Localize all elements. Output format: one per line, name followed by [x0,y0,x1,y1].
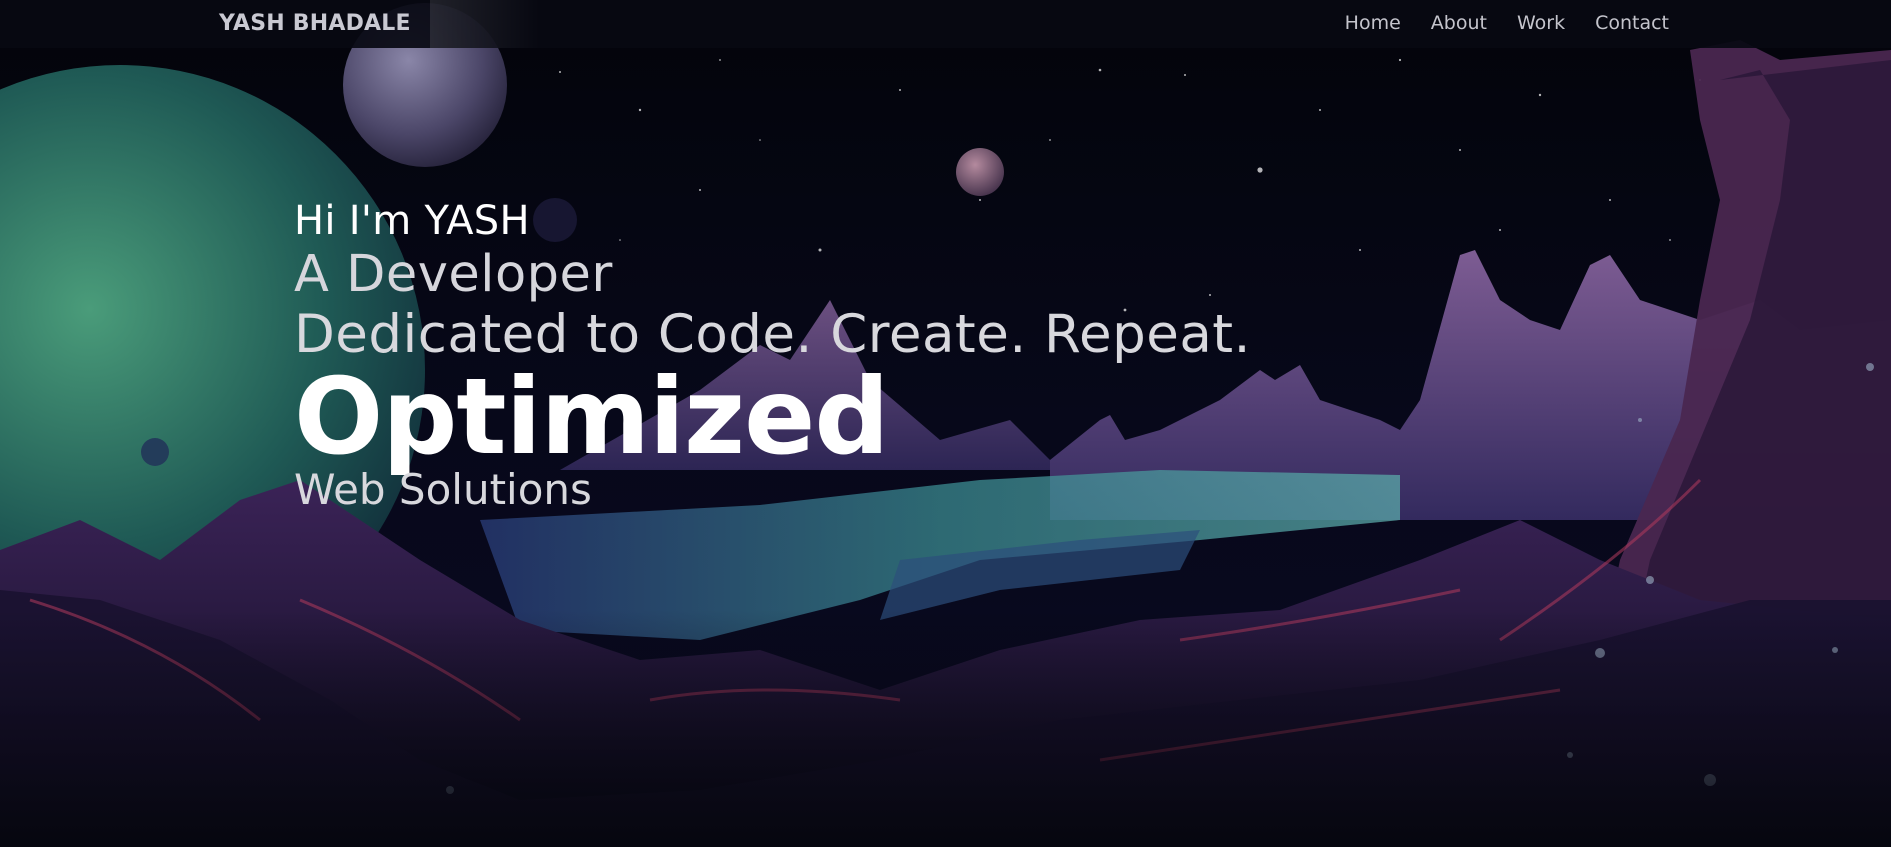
nav-link-home[interactable]: Home [1345,12,1401,34]
brand-logo-link[interactable]: YASH BHADALE [219,11,411,36]
top-navbar: YASH BHADALE Home About Work Contact [0,0,1891,48]
nav-link-about[interactable]: About [1431,12,1487,34]
brand-glow [430,0,540,48]
hero-role: A Developer [294,245,613,304]
hero-headline: Optimized [294,356,889,478]
hero-greeting: Hi I'm YASH [294,198,530,244]
nav-link-contact[interactable]: Contact [1595,12,1669,34]
nav-links: Home About Work Contact [1345,12,1669,34]
hero-section: Hi I'm YASH A Developer Dedicated to Cod… [294,196,1251,514]
nav-link-work[interactable]: Work [1517,12,1565,34]
